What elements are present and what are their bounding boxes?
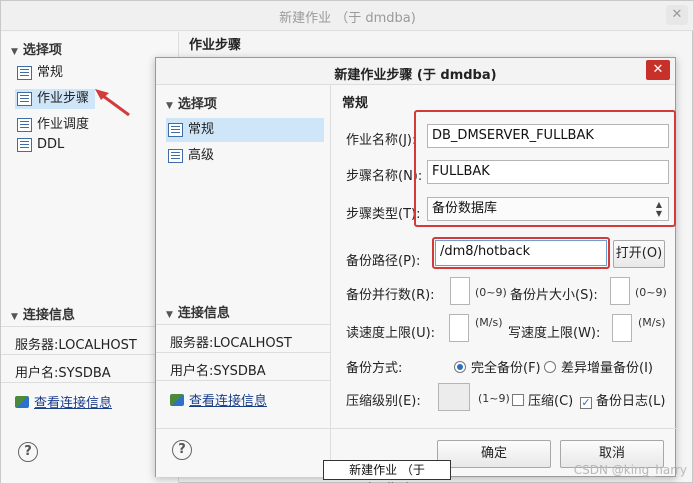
open-button[interactable]: 打开(O) bbox=[613, 240, 665, 268]
divider bbox=[156, 380, 331, 381]
incremental-backup-radio[interactable]: 差异增量备份(I) bbox=[544, 357, 653, 376]
bg-sidebar: ▼ 选择项 常规 作业步骤 作业调度 DDL ▼ 连接信息 服务器:LOCALHOS… bbox=[1, 32, 179, 483]
dialog-help-icon[interactable]: ? bbox=[172, 440, 192, 460]
page-icon bbox=[168, 123, 183, 137]
bg-conn-title: ▼ 连接信息 bbox=[11, 308, 75, 323]
dialog-user-info: 用户名:SYSDBA bbox=[170, 364, 266, 379]
divider bbox=[1, 382, 179, 383]
bg-section-header: 作业步骤 bbox=[189, 38, 242, 53]
page-icon bbox=[17, 118, 32, 132]
page-icon bbox=[17, 66, 32, 80]
dialog-sidebar-title: ▼ 选择项 bbox=[166, 97, 217, 112]
ok-button[interactable]: 确定 bbox=[437, 440, 551, 468]
piece-size-unit: (0~9) bbox=[635, 286, 667, 299]
checkbox-checked-icon: ✓ bbox=[580, 396, 592, 409]
piece-size-input[interactable] bbox=[610, 277, 630, 305]
divider bbox=[331, 428, 676, 429]
highlight-box-backup-path bbox=[432, 237, 610, 269]
dialog-nav-general[interactable]: 常规 bbox=[166, 118, 324, 142]
divider bbox=[1, 354, 179, 355]
dialog-title: 新建作业步骤 (于 dmdba) bbox=[334, 68, 497, 83]
divider bbox=[156, 352, 331, 353]
collapse-triangle-icon[interactable]: ▼ bbox=[11, 47, 18, 57]
collapse-triangle-icon[interactable]: ▼ bbox=[11, 312, 18, 322]
collapse-triangle-icon[interactable]: ▼ bbox=[166, 101, 173, 111]
bg-nav-schedule[interactable]: 作业调度 bbox=[15, 115, 89, 135]
backup-log-checkbox[interactable]: ✓ 备份日志(L) bbox=[580, 390, 665, 409]
checkbox-empty-icon bbox=[512, 394, 524, 406]
read-limit-input[interactable] bbox=[449, 314, 469, 342]
radio-empty-icon bbox=[544, 361, 556, 373]
bg-sidebar-title: ▼ 选择项 bbox=[11, 43, 62, 58]
bg-help-icon[interactable]: ? bbox=[18, 442, 38, 462]
taskbar-tooltip: 新建作业 （于 dmdba) bbox=[323, 460, 451, 483]
divider bbox=[1, 326, 179, 327]
bg-nav-ddl[interactable]: DDL bbox=[15, 135, 64, 155]
bg-server-info: 服务器:LOCALHOST bbox=[15, 338, 137, 353]
bg-view-connection-link[interactable]: 查看连接信息 bbox=[15, 392, 112, 411]
piece-size-label: 备份片大小(S): bbox=[510, 288, 598, 303]
page-icon bbox=[17, 92, 32, 106]
backup-mode-label: 备份方式: bbox=[346, 361, 403, 376]
dialog-close-button[interactable]: ✕ bbox=[646, 60, 670, 80]
divider bbox=[156, 428, 331, 429]
read-limit-unit: (M/s) bbox=[475, 316, 503, 329]
read-limit-label: 读速度上限(U): bbox=[346, 326, 436, 341]
write-limit-unit: (M/s) bbox=[638, 316, 666, 329]
watermark: CSDN @king_harry bbox=[573, 463, 687, 477]
bg-titlebar: 新建作业 （于 dmdba) ✕ bbox=[1, 1, 693, 31]
parallel-label: 备份并行数(R): bbox=[346, 288, 435, 303]
write-limit-label: 写速度上限(W): bbox=[508, 326, 601, 341]
bg-nav-general[interactable]: 常规 bbox=[15, 63, 63, 83]
dialog-sidebar: ▼ 选择项 常规 高级 ▼ 连接信息 服务器:LOCALHOST 用户名:SYSDB… bbox=[156, 85, 331, 477]
divider bbox=[156, 324, 331, 325]
connection-icon bbox=[170, 394, 184, 406]
new-job-step-dialog: 新建作业步骤 (于 dmdba) ✕ ▼ 选择项 常规 高级 ▼ 连接信息 服务器:… bbox=[155, 57, 676, 477]
dialog-server-info: 服务器:LOCALHOST bbox=[170, 336, 292, 351]
section-title: 常规 bbox=[342, 96, 369, 111]
compress-level-input[interactable] bbox=[438, 383, 470, 411]
backup-path-label: 备份路径(P): bbox=[346, 254, 421, 269]
radio-selected-icon bbox=[454, 361, 466, 373]
step-type-label: 步骤类型(T): bbox=[346, 207, 421, 222]
page-icon bbox=[168, 149, 183, 163]
step-name-label: 步骤名称(N): bbox=[346, 169, 423, 184]
collapse-triangle-icon[interactable]: ▼ bbox=[166, 310, 173, 320]
bg-user-info: 用户名:SYSDBA bbox=[15, 366, 111, 381]
bg-nav-job-steps[interactable]: 作业步骤 bbox=[15, 89, 95, 109]
dialog-main-panel: 常规 作业名称(J): DB_DMSERVER_FULLBAK 步骤名称(N):… bbox=[331, 85, 676, 477]
parallel-input[interactable] bbox=[450, 277, 470, 305]
parallel-unit: (0~9) bbox=[475, 286, 507, 299]
red-arrow-annotation-icon bbox=[95, 89, 130, 117]
dialog-conn-title: ▼ 连接信息 bbox=[166, 306, 230, 321]
page-icon bbox=[17, 138, 32, 152]
highlight-box-job-fields bbox=[414, 110, 676, 227]
connection-icon bbox=[15, 396, 29, 408]
dialog-titlebar: 新建作业步骤 (于 dmdba) ✕ bbox=[156, 58, 675, 85]
write-limit-input[interactable] bbox=[612, 314, 632, 342]
full-backup-radio[interactable]: 完全备份(F) bbox=[454, 357, 541, 376]
job-name-label: 作业名称(J): bbox=[346, 133, 417, 148]
compress-checkbox[interactable]: 压缩(C) bbox=[512, 390, 573, 409]
bg-window-title: 新建作业 （于 dmdba) bbox=[279, 11, 416, 26]
bg-close-button[interactable]: ✕ bbox=[666, 5, 688, 25]
dialog-view-connection-link[interactable]: 查看连接信息 bbox=[170, 390, 267, 409]
compress-level-label: 压缩级别(E): bbox=[346, 394, 421, 409]
dialog-nav-advanced[interactable]: 高级 bbox=[166, 146, 214, 166]
compress-level-unit: (1~9) bbox=[478, 392, 510, 405]
